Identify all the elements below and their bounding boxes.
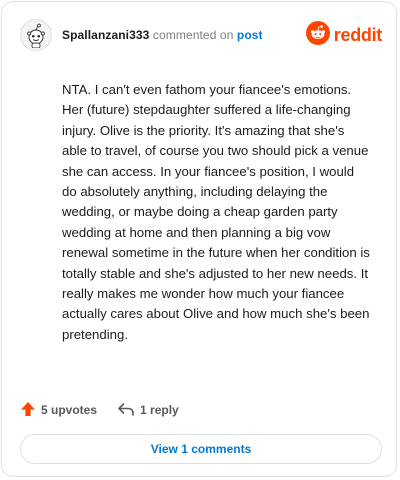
commented-on-text: commented on: [149, 28, 237, 42]
snoo-avatar-icon[interactable]: [20, 19, 52, 51]
reply-button[interactable]: 1 reply: [117, 401, 179, 420]
upvote-arrow-icon: [20, 401, 36, 420]
reply-arrow-icon: [117, 401, 135, 420]
view-comments-button[interactable]: View 1 comments: [20, 434, 382, 464]
comment-card: Spallanzani333 commented on post reddit …: [1, 1, 397, 477]
comment-header: Spallanzani333 commented on post reddit: [20, 18, 382, 52]
reddit-brand[interactable]: reddit: [305, 20, 383, 50]
comment-meta: Spallanzani333 commented on post: [62, 28, 263, 42]
brand-wordmark: reddit: [333, 24, 383, 45]
username[interactable]: Spallanzani333: [62, 28, 149, 42]
comment-actions: 5 upvotes 1 reply: [20, 400, 179, 420]
upvote-count: 5 upvotes: [41, 403, 98, 417]
comment-body: NTA. I can't even fathom your fiancee's …: [62, 82, 370, 342]
post-link[interactable]: post: [237, 28, 263, 42]
upvote-button[interactable]: 5 upvotes: [20, 401, 97, 420]
reddit-logo-icon: [305, 20, 330, 50]
reply-count: 1 reply: [140, 403, 179, 417]
